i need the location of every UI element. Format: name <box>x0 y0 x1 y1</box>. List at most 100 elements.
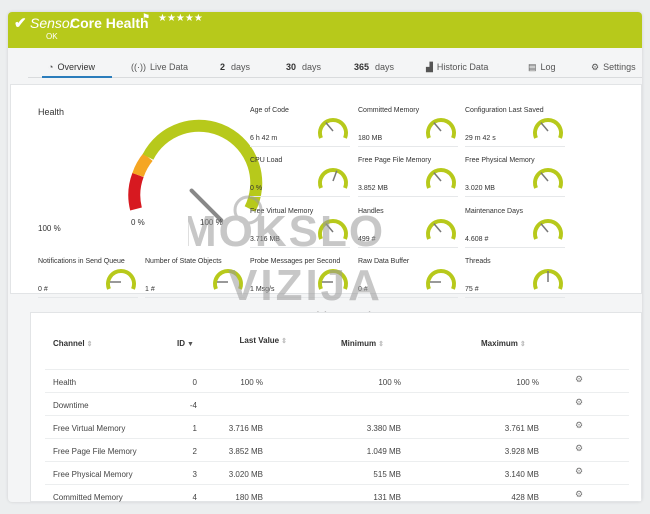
cell-channel: Free Page File Memory <box>53 447 137 456</box>
cell-id: 3 <box>192 470 197 479</box>
mini-gauge-arc <box>426 168 456 189</box>
gauge-label: Maintenance Days <box>465 208 523 215</box>
gauge-cell[interactable]: Configuration Last Saved 29 m 42 s <box>465 107 565 147</box>
channel-settings-icon[interactable]: ⚙ <box>575 443 583 454</box>
cell-divider <box>358 247 458 248</box>
channel-settings-icon[interactable]: ⚙ <box>575 466 583 477</box>
cell-channel: Free Physical Memory <box>53 470 133 479</box>
gauge-cell[interactable]: Age of Code 6 h 42 m <box>250 107 350 147</box>
sort-icon: ⇕ <box>86 341 93 348</box>
mini-gauge <box>318 118 348 139</box>
table-row[interactable]: Free Virtual Memory 1 3.716 MB 3.380 MB 3.76… <box>45 415 629 438</box>
cell-divider <box>38 297 138 298</box>
mini-gauge-arc <box>318 118 348 139</box>
mini-gauge-needle <box>332 170 338 182</box>
mini-gauge <box>533 168 563 189</box>
gauge-cell[interactable]: Free Virtual Memory 3.716 MB <box>250 208 350 248</box>
tab-365-days[interactable]: 365 days <box>354 62 394 72</box>
mini-gauge <box>213 269 243 290</box>
mini-gauge-needle <box>540 172 549 182</box>
gauge-label: Free Virtual Memory <box>250 208 314 215</box>
cell-divider <box>465 247 565 248</box>
cell-channel: Free Virtual Memory <box>53 424 126 433</box>
tab-label: Log <box>540 62 556 72</box>
cell-divider <box>465 297 565 298</box>
gauge-cell[interactable]: Handles 499 # <box>358 208 458 248</box>
gauge-cell[interactable]: Probe Messages per Second 1 Msg/s <box>250 258 350 298</box>
gauge-cell[interactable]: Free Physical Memory 3.020 MB <box>465 157 565 197</box>
gauge-red-zone <box>128 172 144 211</box>
mini-gauge-needle <box>540 122 549 132</box>
status-text: OK <box>46 32 58 41</box>
tab-overview[interactable]: ◔ Overview <box>48 62 95 72</box>
table-row[interactable]: Committed Memory 4 180 MB 131 MB 428 MB ⚙ <box>45 484 629 502</box>
cell-divider <box>465 196 565 197</box>
live-data-icon: ((·)) <box>131 62 146 72</box>
cell-channel: Health <box>53 378 77 387</box>
channel-settings-icon[interactable]: ⚙ <box>575 420 583 431</box>
mini-gauge-arc <box>533 219 563 240</box>
sensor-header: ✔ Sensor Core Health ⚑ ★★★★★ OK <box>8 12 642 48</box>
table-row[interactable]: Downtime -4 ⚙ <box>45 392 629 415</box>
channel-settings-icon[interactable]: ⚙ <box>575 397 583 408</box>
tab-log[interactable]: ▤ Log <box>528 62 556 73</box>
cell-divider <box>250 146 350 147</box>
tab-live-data[interactable]: ((·)) Live Data <box>131 62 188 72</box>
tab-historic-data[interactable]: ▟ Historic Data <box>426 62 488 73</box>
sort-icon: ⇕ <box>281 338 287 345</box>
gauge-cell[interactable]: Committed Memory 180 MB <box>358 107 458 147</box>
table-row[interactable]: Free Physical Memory 3 3.020 MB 515 MB 3.140… <box>45 461 629 484</box>
mini-gauge-needle <box>433 122 442 132</box>
col-header-minimum[interactable]: Minimum ⇕ <box>341 339 384 348</box>
gauge-cell[interactable]: Free Page File Memory 3.852 MB <box>358 157 458 197</box>
cell-last-value: 3.852 MB <box>228 447 263 456</box>
gauge-cell[interactable]: Notifications in Send Queue 0 # <box>38 258 138 298</box>
mini-gauge <box>426 118 456 139</box>
cell-minimum: 515 MB <box>373 470 401 479</box>
check-icon: ✔ <box>14 15 27 32</box>
mini-gauge-needle <box>433 223 442 233</box>
cell-divider <box>145 297 245 298</box>
col-header-channel[interactable]: Channel ⇕ <box>53 339 92 348</box>
table-row[interactable]: Free Page File Memory 2 3.852 MB 1.049 MB 3.… <box>45 438 629 461</box>
cell-minimum: 100 % <box>378 378 401 387</box>
gauge-green-zone <box>142 119 263 212</box>
gauge-label: Committed Memory <box>358 107 420 114</box>
mini-gauge-needle <box>540 223 549 233</box>
table-row[interactable]: Health 0 100 % 100 % 100 % ⚙ <box>45 369 629 392</box>
priority-stars[interactable]: ★★★★★ <box>158 13 203 24</box>
col-header-maximum[interactable]: Maximum ⇕ <box>481 339 526 348</box>
active-tab-indicator <box>42 76 112 78</box>
gauge-label: Probe Messages per Second <box>250 258 341 265</box>
gauge-label: Raw Data Buffer <box>358 258 410 265</box>
tab-num: 30 <box>286 62 297 72</box>
flag-icon[interactable]: ⚑ <box>142 12 150 23</box>
mini-gauge <box>533 118 563 139</box>
col-header-id[interactable]: ID ▼ <box>177 339 194 348</box>
gauge-value: 29 m 42 s <box>465 135 496 142</box>
sort-desc-icon: ▼ <box>187 341 194 348</box>
mini-gauge-arc <box>533 118 563 139</box>
gauge-value: 180 MB <box>358 135 383 142</box>
tab-30-days[interactable]: 30 days <box>286 62 321 72</box>
mini-gauge-needle <box>325 122 334 132</box>
mini-gauge-arc <box>426 219 456 240</box>
gauge-label: Handles <box>358 208 384 215</box>
channel-settings-icon[interactable]: ⚙ <box>575 489 583 500</box>
gauge-cell[interactable]: Maintenance Days 4.608 # <box>465 208 565 248</box>
tab-settings[interactable]: ⚙ Settings <box>591 62 636 73</box>
title-prefix: Sensor <box>30 15 75 31</box>
cell-maximum: 3.928 MB <box>504 447 539 456</box>
gauge-cell[interactable]: CPU Load 0 % <box>250 157 350 197</box>
col-header-last-value[interactable]: Last Value ⇕ <box>227 335 287 347</box>
cell-id: 1 <box>192 424 197 433</box>
gauge-cell[interactable]: Number of State Objects 1 # <box>145 258 245 298</box>
gauge-label: Free Page File Memory <box>358 157 432 164</box>
gauge-cell[interactable]: Raw Data Buffer 0 # <box>358 258 458 298</box>
tab-2-days[interactable]: 2 days <box>220 62 250 72</box>
cell-last-value: 180 MB <box>235 493 263 502</box>
channel-settings-icon[interactable]: ⚙ <box>575 374 583 385</box>
gauge-cell[interactable]: Threads 75 # <box>465 258 565 298</box>
cell-id: 0 <box>192 378 197 387</box>
cell-channel: Downtime <box>53 401 89 410</box>
